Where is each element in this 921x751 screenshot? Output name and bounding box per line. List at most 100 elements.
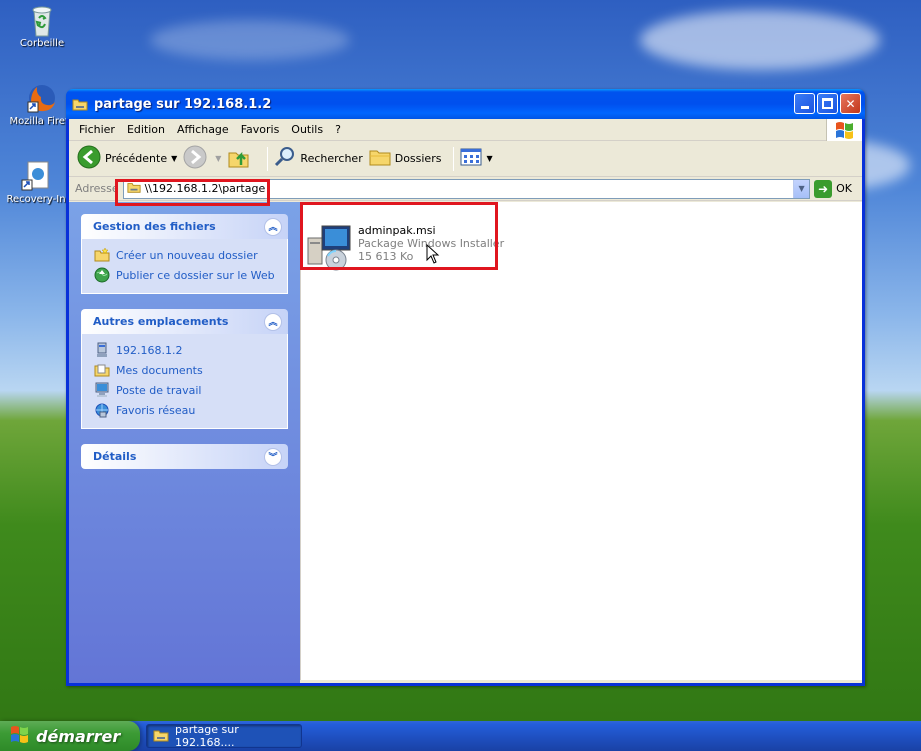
- back-dropdown-icon[interactable]: ▼: [171, 154, 177, 163]
- desktop-cloud: [150, 20, 350, 60]
- desktop-icon-recovery[interactable]: Recovery-In: [1, 160, 71, 205]
- link-label: Poste de travail: [116, 383, 202, 397]
- windows-logo-icon: [826, 119, 862, 141]
- window-content: Fichier Edition Affichage Favoris Outils…: [69, 119, 862, 683]
- file-item[interactable]: adminpak.msi Package Windows Installer 1…: [306, 224, 504, 272]
- title-bar[interactable]: partage sur 192.168.1.2 ✕: [66, 89, 865, 119]
- panel-file-tasks-body: Créer un nouveau dossier Publier ce doss…: [81, 239, 288, 294]
- link-my-computer[interactable]: Poste de travail: [94, 380, 275, 400]
- panel-title: Détails: [93, 450, 137, 463]
- menu-help[interactable]: ?: [329, 123, 347, 136]
- recycle-bin-icon: [26, 4, 58, 37]
- panel-other-places: Autres emplacements ︽ 192.168.1.2 Mes do…: [81, 309, 288, 429]
- panel-title: Gestion des fichiers: [93, 220, 216, 233]
- shortcut-icon: [20, 160, 52, 192]
- panel-details-header[interactable]: Détails ︾: [81, 444, 288, 469]
- menu-favoris[interactable]: Favoris: [235, 123, 286, 136]
- panel-title: Autres emplacements: [93, 315, 229, 328]
- panel-file-tasks: Gestion des fichiers ︽ Créer un nouveau …: [81, 214, 288, 294]
- panel-file-tasks-header[interactable]: Gestion des fichiers ︽: [81, 214, 288, 239]
- views-dropdown-icon: ▼: [486, 154, 493, 163]
- link-computer-ip[interactable]: 192.168.1.2: [94, 340, 275, 360]
- back-button[interactable]: Précédente ▼: [77, 145, 177, 172]
- close-icon: ✕: [845, 96, 856, 111]
- panel-other-places-header[interactable]: Autres emplacements ︽: [81, 309, 288, 334]
- window-title: partage sur 192.168.1.2: [94, 96, 272, 112]
- chevron-down-icon[interactable]: ︾: [264, 447, 282, 466]
- chevron-down-icon: ▼: [798, 184, 805, 193]
- link-network-places[interactable]: Favoris réseau: [94, 400, 275, 420]
- start-label: démarrer: [36, 726, 121, 746]
- maximize-button[interactable]: [817, 93, 838, 114]
- windows-logo-icon: [10, 725, 30, 747]
- search-label: Rechercher: [300, 152, 363, 165]
- folders-button[interactable]: Dossiers: [369, 147, 442, 170]
- address-dropdown-button[interactable]: ▼: [793, 179, 810, 198]
- firefox-icon: [26, 82, 58, 114]
- link-my-documents[interactable]: Mes documents: [94, 360, 275, 380]
- search-button[interactable]: Rechercher: [274, 146, 363, 171]
- close-button[interactable]: ✕: [840, 93, 861, 114]
- folders-icon: [369, 147, 391, 170]
- mouse-cursor-icon: [426, 243, 440, 267]
- desktop-icon-recycle-bin[interactable]: Corbeille: [7, 4, 77, 49]
- windows-installer-icon: [306, 224, 354, 272]
- start-button[interactable]: démarrer: [0, 721, 140, 751]
- taskbar-window-button[interactable]: partage sur 192.168....: [146, 723, 302, 749]
- views-button[interactable]: ▼: [460, 147, 493, 170]
- address-input[interactable]: \\192.168.1.2\partage ▼: [122, 178, 811, 199]
- link-label: 192.168.1.2: [116, 343, 183, 357]
- explorer-body: Gestion des fichiers ︽ Créer un nouveau …: [69, 202, 862, 683]
- network-places-icon: [94, 402, 110, 418]
- menu-fichier[interactable]: Fichier: [73, 123, 121, 136]
- toolbar-separator: [267, 146, 269, 171]
- network-folder-icon: [127, 180, 141, 197]
- address-bar: Adresse \\192.168.1.2\partage ▼ ➜ OK: [69, 177, 862, 201]
- forward-dropdown-icon[interactable]: ▼: [215, 154, 221, 163]
- minimize-button[interactable]: [794, 93, 815, 114]
- network-computer-icon: [94, 342, 110, 358]
- address-value: \\192.168.1.2\partage: [144, 182, 266, 195]
- task-pane: Gestion des fichiers ︽ Créer un nouveau …: [69, 202, 300, 683]
- link-new-folder[interactable]: Créer un nouveau dossier: [94, 245, 275, 265]
- views-icon: [460, 147, 482, 170]
- toolbar-separator: [453, 146, 455, 171]
- go-label: OK: [836, 182, 852, 195]
- folders-label: Dossiers: [394, 152, 442, 165]
- my-documents-icon: [94, 362, 110, 378]
- desktop-cloud: [640, 10, 880, 70]
- network-folder-icon: [153, 727, 169, 746]
- explorer-window: partage sur 192.168.1.2 ✕ Fichier Editio…: [66, 89, 865, 686]
- chevron-up-icon[interactable]: ︽: [264, 217, 282, 236]
- file-list: adminpak.msi Package Windows Installer 1…: [300, 202, 862, 680]
- desktop-icon-label: Recovery-In: [6, 194, 66, 205]
- chevron-up-icon[interactable]: ︽: [264, 312, 282, 331]
- taskbar-window-label: partage sur 192.168....: [175, 723, 239, 749]
- menu-outils[interactable]: Outils: [285, 123, 329, 136]
- link-label: Favoris réseau: [116, 403, 196, 417]
- taskbar: démarrer partage sur 192.168....: [0, 721, 921, 751]
- address-label: Adresse: [75, 182, 119, 195]
- desktop-icon-label: Corbeille: [19, 38, 65, 49]
- file-name: adminpak.msi: [358, 224, 436, 237]
- forward-button[interactable]: ▼: [183, 145, 221, 172]
- panel-other-places-body: 192.168.1.2 Mes documents Poste de trava…: [81, 334, 288, 429]
- link-publish-web[interactable]: Publier ce dossier sur le Web: [94, 265, 275, 285]
- back-label: Précédente: [105, 152, 168, 165]
- network-folder-icon: [72, 96, 88, 112]
- menu-edition[interactable]: Edition: [121, 123, 171, 136]
- menu-affichage[interactable]: Affichage: [171, 123, 235, 136]
- link-label: Créer un nouveau dossier: [116, 248, 258, 262]
- forward-arrow-icon: [183, 145, 207, 172]
- up-folder-button[interactable]: [227, 145, 255, 172]
- maximize-icon: [822, 98, 833, 109]
- toolbar: Précédente ▼ ▼ Rechercher Dossiers ▼: [69, 141, 862, 177]
- link-label: Mes documents: [116, 363, 203, 377]
- computer-icon: [94, 382, 110, 398]
- go-arrow-icon: ➜: [814, 179, 833, 198]
- new-folder-icon: [94, 247, 110, 263]
- back-arrow-icon: [77, 145, 101, 172]
- up-folder-icon: [227, 145, 251, 172]
- link-label: Publier ce dossier sur le Web: [116, 268, 275, 282]
- go-button[interactable]: ➜ OK: [814, 179, 852, 198]
